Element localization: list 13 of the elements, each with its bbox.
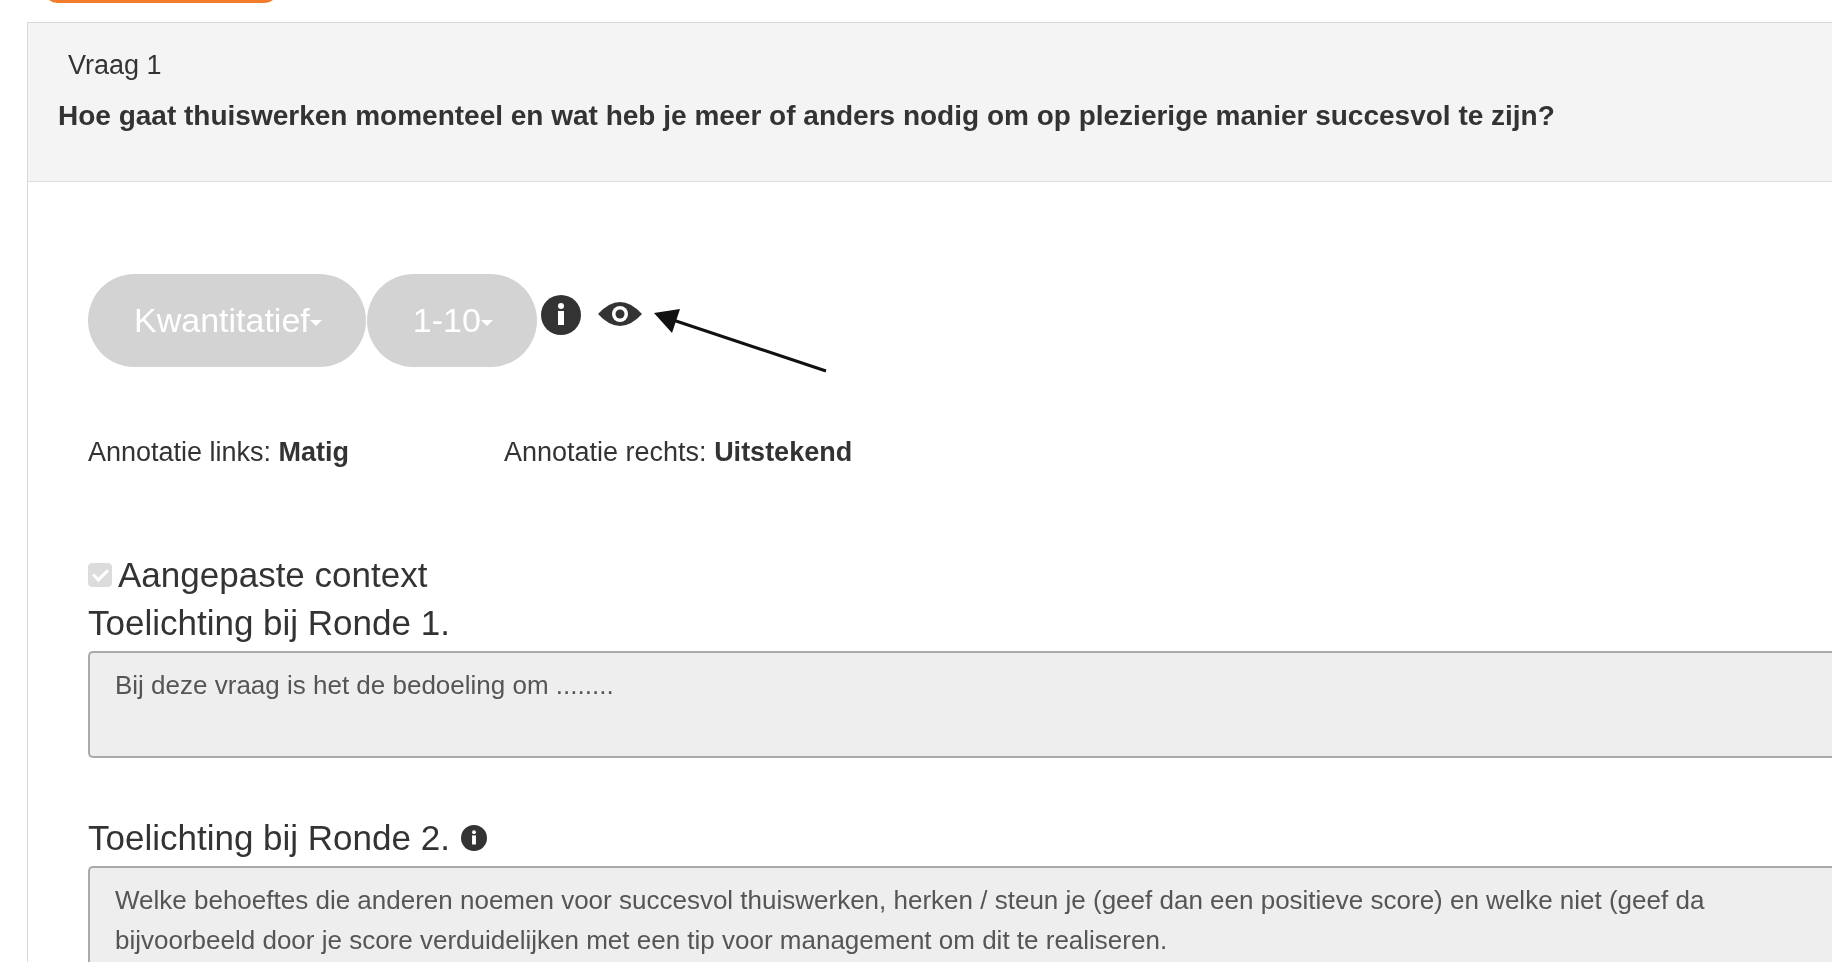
text-area[interactable]: Bij deze vraag is het de bedoeling om ........ xyxy=(88,651,1832,758)
field-label: Toelichting bij Ronde 2. xyxy=(88,818,450,858)
question-number: Vraag 1 xyxy=(67,49,163,82)
info-icon[interactable] xyxy=(460,825,487,851)
caret-icon xyxy=(480,319,493,326)
field-label: Toelichting bij Ronde 1. xyxy=(88,603,450,643)
checkbox-label: Aangepaste context xyxy=(118,555,428,595)
info-icon[interactable] xyxy=(540,294,581,335)
caret-icon xyxy=(309,319,322,326)
annotation-text: Annotatie rechts: Uitstekend xyxy=(504,437,853,467)
text-area[interactable]: Welke behoeftes die anderen noemen voor succesvol thuiswerken, herken / steun je (geef dan een positieve score) en welke niet (geef da bijvoorbeeld door je score verduidelijken met een tip voor management om dit te realiseren. xyxy=(88,866,1832,962)
question-text: Hoe gaat thuiswerken momenteel en wat heb je meer of anders nodig om op plezierige manier succesvol te zijn? xyxy=(58,99,1556,133)
annotation-text: Annotatie links: Matig xyxy=(88,437,351,467)
